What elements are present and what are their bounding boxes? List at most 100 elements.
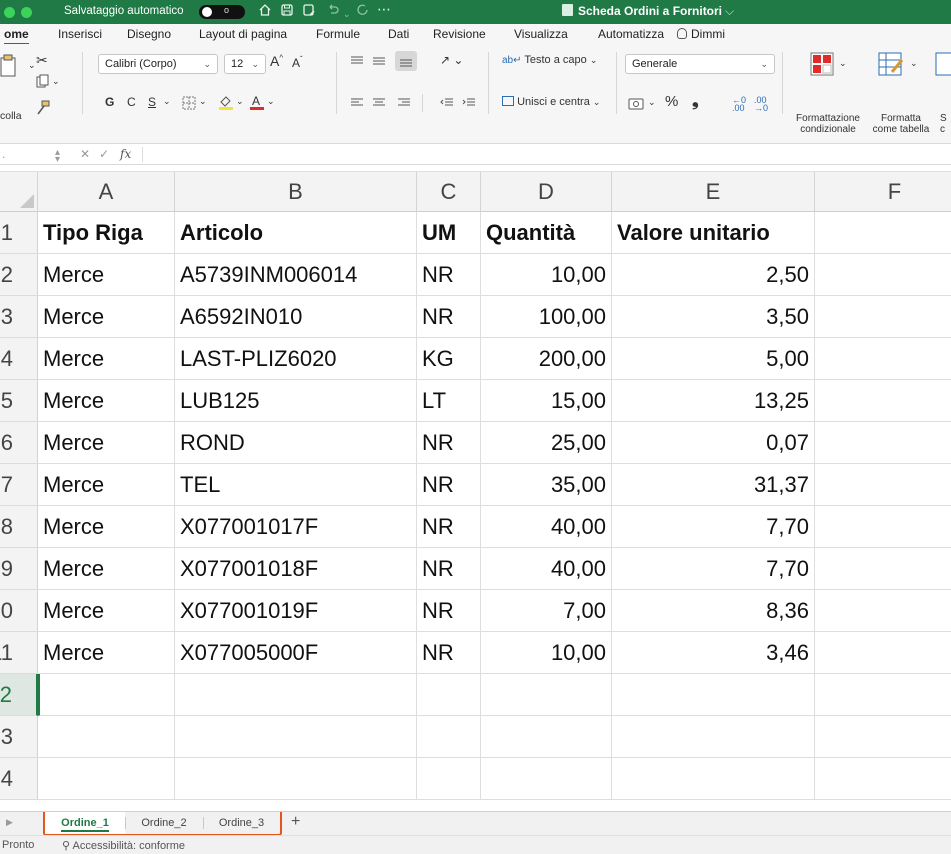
font-name-dropdown[interactable]: Calibri (Corpo) ⌄ bbox=[98, 54, 218, 74]
cell-c2[interactable]: NR bbox=[417, 254, 481, 296]
autosave-toggle[interactable]: o bbox=[199, 5, 245, 19]
cell-b7[interactable]: TEL bbox=[175, 464, 417, 506]
row-header-4[interactable]: 4 bbox=[0, 338, 38, 380]
cell-e2[interactable]: 2,50 bbox=[612, 254, 815, 296]
cell-b8[interactable]: X077001017F bbox=[175, 506, 417, 548]
format-as-table-icon[interactable] bbox=[878, 52, 906, 79]
tab-view[interactable]: Visualizza bbox=[514, 27, 568, 41]
align-middle-icon[interactable] bbox=[372, 56, 386, 69]
borders-icon[interactable] bbox=[182, 96, 196, 113]
cell-c1[interactable]: UM bbox=[417, 212, 481, 254]
sheet-tab-ordine-3[interactable]: Ordine_3 bbox=[203, 812, 280, 834]
undo-dropdown-icon[interactable]: ⌄ bbox=[343, 6, 351, 22]
cell-c14[interactable] bbox=[417, 758, 481, 800]
cell-c5[interactable]: LT bbox=[417, 380, 481, 422]
align-top-icon[interactable] bbox=[350, 56, 364, 69]
cell-a9[interactable]: Merce bbox=[38, 548, 175, 590]
cell-b3[interactable]: A6592IN010 bbox=[175, 296, 417, 338]
cell-f9[interactable] bbox=[815, 548, 951, 590]
cell-e1[interactable]: Valore unitario bbox=[612, 212, 815, 254]
sheet-tab-ordine-1[interactable]: Ordine_1 bbox=[45, 812, 125, 834]
name-box-edge[interactable]: . bbox=[2, 147, 5, 161]
row-header-10[interactable]: 10 bbox=[0, 590, 38, 632]
cell-d5[interactable]: 15,00 bbox=[481, 380, 612, 422]
cell-e3[interactable]: 3,50 bbox=[612, 296, 815, 338]
undo-icon[interactable] bbox=[326, 3, 340, 20]
cell-c13[interactable] bbox=[417, 716, 481, 758]
tab-insert[interactable]: Inserisci bbox=[58, 27, 102, 41]
cell-b11[interactable]: X077005000F bbox=[175, 632, 417, 674]
tab-formulas[interactable]: Formule bbox=[316, 27, 360, 41]
cell-c7[interactable]: NR bbox=[417, 464, 481, 506]
formula-input[interactable] bbox=[146, 145, 946, 164]
cell-b9[interactable]: X077001018F bbox=[175, 548, 417, 590]
confirm-icon[interactable]: ✓ bbox=[99, 147, 109, 161]
cell-b5[interactable]: LUB125 bbox=[175, 380, 417, 422]
decrease-decimal-icon[interactable]: .00 →0 bbox=[754, 96, 768, 113]
cell-a10[interactable]: Merce bbox=[38, 590, 175, 632]
align-bottom-icon[interactable] bbox=[395, 51, 417, 71]
cell-d11[interactable]: 10,00 bbox=[481, 632, 612, 674]
cell-d14[interactable] bbox=[481, 758, 612, 800]
copy-dropdown-icon[interactable]: ⌄ bbox=[52, 76, 60, 87]
row-header-12[interactable]: 12 bbox=[0, 674, 38, 716]
cell-f2[interactable] bbox=[815, 254, 951, 296]
align-right-icon[interactable] bbox=[397, 98, 411, 111]
align-left-icon[interactable] bbox=[350, 98, 364, 111]
cell-f4[interactable] bbox=[815, 338, 951, 380]
insert-function-button[interactable]: fx bbox=[120, 147, 131, 161]
paste-icon[interactable] bbox=[0, 54, 22, 83]
row-header-3[interactable]: 3 bbox=[0, 296, 38, 338]
cell-e13[interactable] bbox=[612, 716, 815, 758]
orientation-icon[interactable]: ↗ ⌄ bbox=[440, 53, 463, 67]
cell-f12[interactable] bbox=[815, 674, 951, 716]
select-all-button[interactable] bbox=[0, 172, 38, 212]
cell-e7[interactable]: 31,37 bbox=[612, 464, 815, 506]
row-header-9[interactable]: 9 bbox=[0, 548, 38, 590]
cell-d7[interactable]: 35,00 bbox=[481, 464, 612, 506]
format-painter-icon[interactable] bbox=[36, 100, 50, 119]
cell-e10[interactable]: 8,36 bbox=[612, 590, 815, 632]
worksheet-grid[interactable]: A B C D E F 1 Tipo Riga Articolo UM Quantità Valore… bbox=[0, 165, 951, 811]
window-fullscreen-dot[interactable] bbox=[21, 7, 32, 18]
cell-a8[interactable]: Merce bbox=[38, 506, 175, 548]
add-sheet-button[interactable]: + bbox=[291, 813, 300, 831]
cell-a12[interactable] bbox=[38, 674, 175, 716]
cell-f10[interactable] bbox=[815, 590, 951, 632]
row-header-11[interactable]: 11 bbox=[0, 632, 38, 674]
conditional-formatting-icon[interactable] bbox=[810, 52, 836, 79]
tab-review[interactable]: Revisione bbox=[433, 27, 486, 41]
percent-button[interactable]: % bbox=[665, 93, 678, 110]
format-as-table-button[interactable]: Formatta come tabella bbox=[866, 113, 936, 135]
tab-page-layout[interactable]: Layout di pagina bbox=[199, 27, 287, 41]
column-header-f[interactable]: F bbox=[815, 172, 951, 212]
home-icon[interactable] bbox=[258, 3, 272, 20]
cell-a13[interactable] bbox=[38, 716, 175, 758]
number-format-dropdown[interactable]: Generale ⌄ bbox=[625, 54, 775, 74]
tab-data[interactable]: Dati bbox=[388, 27, 409, 41]
cell-d4[interactable]: 200,00 bbox=[481, 338, 612, 380]
font-size-dropdown[interactable]: 12 ⌄ bbox=[224, 54, 266, 74]
sheet-scroll-icon[interactable]: ▶ bbox=[6, 817, 13, 828]
cell-d10[interactable]: 7,00 bbox=[481, 590, 612, 632]
column-header-d[interactable]: D bbox=[481, 172, 612, 212]
cell-e11[interactable]: 3,46 bbox=[612, 632, 815, 674]
decrease-font-icon[interactable]: Aˇ bbox=[292, 55, 303, 70]
font-color-dropdown-icon[interactable]: ⌄ bbox=[267, 96, 275, 107]
cell-a11[interactable]: Merce bbox=[38, 632, 175, 674]
cell-d9[interactable]: 40,00 bbox=[481, 548, 612, 590]
cell-e6[interactable]: 0,07 bbox=[612, 422, 815, 464]
row-header-14[interactable]: 14 bbox=[0, 758, 38, 800]
cell-f3[interactable] bbox=[815, 296, 951, 338]
row-header-13[interactable]: 13 bbox=[0, 716, 38, 758]
underline-dropdown-icon[interactable]: ⌄ bbox=[163, 96, 171, 107]
cell-c12[interactable] bbox=[417, 674, 481, 716]
thousands-separator-button[interactable]: ❟ bbox=[692, 91, 699, 111]
cell-styles-icon[interactable] bbox=[935, 52, 951, 79]
cell-b2[interactable]: A5739INM006014 bbox=[175, 254, 417, 296]
conditional-formatting-dropdown-icon[interactable]: ⌄ bbox=[839, 58, 847, 69]
increase-font-icon[interactable]: A^ bbox=[270, 53, 283, 69]
borders-dropdown-icon[interactable]: ⌄ bbox=[199, 96, 207, 107]
cell-a5[interactable]: Merce bbox=[38, 380, 175, 422]
cell-c9[interactable]: NR bbox=[417, 548, 481, 590]
